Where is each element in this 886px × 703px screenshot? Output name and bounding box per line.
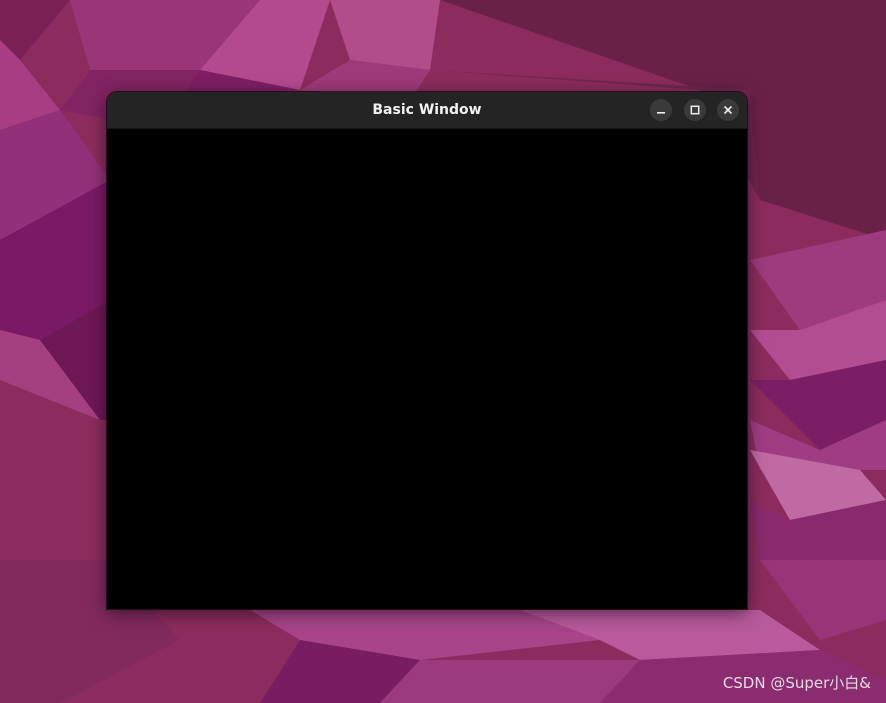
close-button[interactable] (717, 99, 739, 121)
watermark-text: CSDN @Super小白& (722, 674, 871, 692)
maximize-button[interactable] (684, 99, 706, 121)
minimize-icon (657, 112, 665, 114)
minimize-button[interactable] (650, 99, 672, 121)
desktop: Basic Window CSDN @Super小白& (0, 0, 886, 703)
window-content[interactable] (107, 129, 747, 609)
window-titlebar[interactable]: Basic Window (107, 92, 747, 129)
close-icon (723, 105, 733, 115)
maximize-icon (690, 105, 700, 115)
basic-window[interactable]: Basic Window (107, 92, 747, 609)
